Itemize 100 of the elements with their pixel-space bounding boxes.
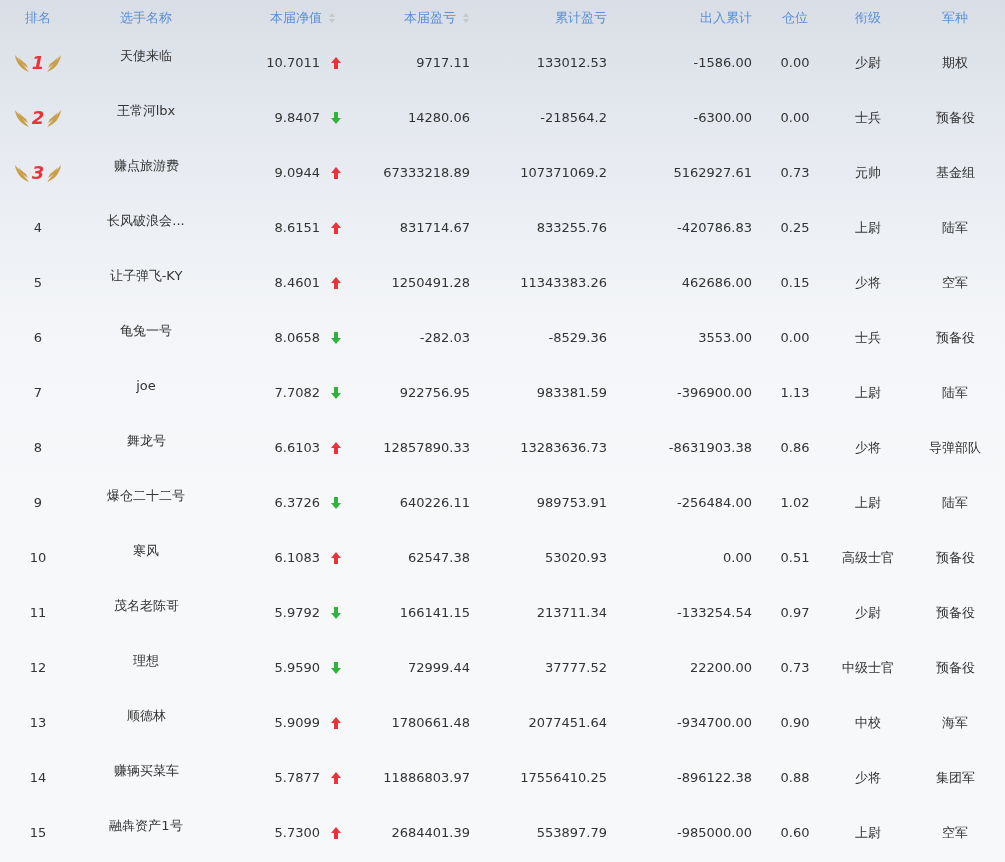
table-cell: 0.86: [780, 440, 810, 455]
table-cell: 2077451.64: [528, 715, 607, 730]
net-value: 8.0658: [274, 330, 320, 345]
table-cell: 0.73: [780, 660, 810, 675]
table-cell: 少尉: [854, 53, 881, 72]
table-cell: 期权: [942, 53, 968, 72]
table-cell: 37777.52: [544, 660, 607, 675]
table-cell: 基金组: [935, 163, 975, 182]
table-cell: 少将: [854, 768, 881, 787]
player-name: 赚点旅游费: [113, 156, 179, 175]
player-name: 寒风: [133, 541, 159, 560]
table-cell: 53020.93: [544, 550, 607, 565]
table-cell: -8631903.38: [668, 440, 752, 455]
table-cell: 983381.59: [536, 385, 607, 400]
net-value: 5.7877: [274, 770, 320, 785]
table-cell: 上尉: [854, 218, 881, 237]
player-name: 顺德林: [126, 706, 166, 725]
table-cell: 5162927.61: [673, 165, 752, 180]
table-cell: 中级士官: [841, 658, 894, 677]
rank-number: 6: [33, 330, 43, 345]
table-cell: 导弹部队: [929, 438, 981, 457]
net-value: 8.6151: [274, 220, 320, 235]
table-cell: 0.88: [780, 770, 810, 785]
table-cell: 预备役: [935, 548, 975, 567]
table-cell: 0.97: [780, 605, 810, 620]
column-header[interactable]: 本届净值: [270, 8, 322, 27]
table-cell: 1780661.48: [391, 715, 470, 730]
rank-number: 5: [33, 275, 43, 290]
table-cell: 陆军: [942, 383, 968, 402]
player-name: joe: [136, 378, 156, 393]
table-cell: -6300.00: [693, 110, 752, 125]
table-cell: 72999.44: [407, 660, 470, 675]
table-cell: 陆军: [942, 493, 968, 512]
player-name: 理想: [133, 651, 159, 670]
rank-medal-number: 1: [31, 52, 45, 73]
table-cell: 17556410.25: [520, 770, 607, 785]
table-cell: 预备役: [935, 108, 975, 127]
net-value: 5.9590: [274, 660, 320, 675]
column-header: 仓位: [782, 8, 808, 27]
table-cell: 9717.11: [416, 55, 470, 70]
net-value: 5.9099: [274, 715, 320, 730]
table-cell: 166141.15: [399, 605, 470, 620]
net-value: 9.0944: [274, 165, 320, 180]
player-name: 舞龙号: [126, 431, 166, 450]
column-header: 军种: [942, 8, 968, 27]
net-value: 5.9792: [274, 605, 320, 620]
column-header[interactable]: 本届盈亏: [404, 8, 456, 27]
table-cell: 空军: [942, 273, 968, 292]
table-cell: -282.03: [419, 330, 470, 345]
rank-number: 7: [33, 385, 43, 400]
player-name: 爆仓二十二号: [107, 486, 185, 505]
player-name: 长风破浪会...: [107, 211, 185, 230]
table-cell: 22200.00: [689, 660, 752, 675]
net-value: 7.7082: [274, 385, 320, 400]
table-cell: 上尉: [854, 823, 881, 842]
table-cell: -985000.00: [677, 825, 752, 840]
table-cell: 3553.00: [698, 330, 752, 345]
table-cell: 133012.53: [536, 55, 607, 70]
table-cell: 1250491.28: [391, 275, 470, 290]
table-cell: 833255.76: [536, 220, 607, 235]
table-cell: 0.90: [780, 715, 810, 730]
table-cell: 预备役: [935, 658, 975, 677]
net-value: 8.4601: [274, 275, 320, 290]
player-name: 赚辆买菜车: [113, 761, 179, 780]
table-cell: -218564.2: [540, 110, 607, 125]
column-header: 出入累计: [700, 8, 752, 27]
rank-number: 12: [29, 660, 47, 675]
table-cell: 预备役: [935, 328, 975, 347]
table-cell: 13283636.73: [520, 440, 607, 455]
sort-icon[interactable]: [462, 11, 470, 24]
sort-icon[interactable]: [328, 11, 336, 24]
column-header: 衔级: [854, 8, 881, 27]
table-cell: 989753.91: [536, 495, 607, 510]
net-value: 9.8407: [274, 110, 320, 125]
rank-number: 10: [29, 550, 47, 565]
net-value: 10.7011: [266, 55, 320, 70]
net-value: 5.7300: [274, 825, 320, 840]
player-name: 让子弹飞-KY: [109, 266, 183, 285]
table-cell: 上尉: [854, 383, 881, 402]
table-cell: 少将: [854, 273, 881, 292]
table-cell: 1.02: [780, 495, 810, 510]
player-name: 龟兔一号: [120, 321, 172, 340]
table-cell: -1586.00: [693, 55, 752, 70]
table-cell: 0.51: [780, 550, 810, 565]
table-cell: 0.25: [780, 220, 810, 235]
table-cell: 士兵: [854, 108, 881, 127]
table-cell: 空军: [942, 823, 968, 842]
table-cell: -133254.54: [677, 605, 752, 620]
table-cell: 640226.11: [399, 495, 470, 510]
table-cell: 922756.95: [399, 385, 470, 400]
table-cell: -420786.83: [677, 220, 752, 235]
table-cell: 少将: [854, 438, 881, 457]
net-value: 6.1083: [274, 550, 320, 565]
rank-number: 4: [33, 220, 43, 235]
rank-number: 8: [33, 440, 43, 455]
table-cell: 中校: [854, 713, 881, 732]
table-cell: 元帅: [854, 163, 881, 182]
player-name: 王常河lbx: [116, 101, 176, 120]
table-cell: 0.00: [723, 550, 752, 565]
net-value: 6.3726: [274, 495, 320, 510]
